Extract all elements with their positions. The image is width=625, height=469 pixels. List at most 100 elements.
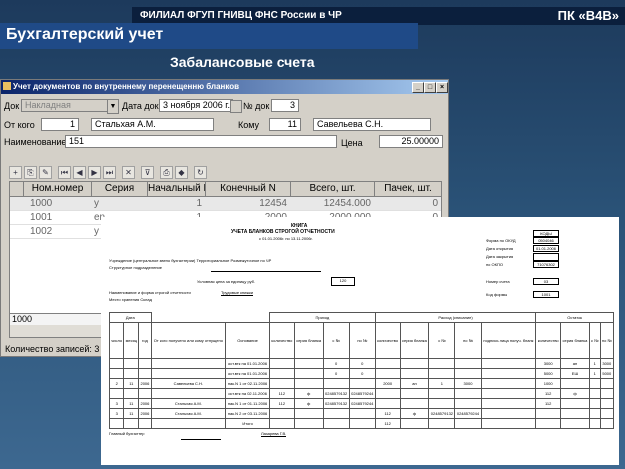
group-expense: Расход (списание) xyxy=(374,312,537,323)
codes-header: КОДЫ xyxy=(533,230,559,237)
col-header-total[interactable]: Всего, шт. xyxy=(291,182,375,197)
ledger-cell xyxy=(269,378,295,389)
unit-price-value: 120 xyxy=(331,277,355,286)
ledger-cell xyxy=(428,358,456,369)
name-field[interactable]: 151 xyxy=(65,135,337,148)
ledger-cell xyxy=(399,418,430,429)
ledger-cell: 0248579132 xyxy=(322,388,350,399)
ledger-cell: 1 xyxy=(588,358,601,369)
ledger-cell xyxy=(399,358,430,369)
edit-icon[interactable]: ✎ xyxy=(39,166,52,179)
add-icon[interactable]: + xyxy=(9,166,22,179)
ledger-cell xyxy=(269,358,295,369)
ledger-col-header: количество xyxy=(269,322,295,359)
row-selector-header xyxy=(10,182,24,197)
ledger-cell: ап xyxy=(399,378,430,389)
ledger-cell xyxy=(428,418,456,429)
ledger-cell: ост.втк на 01.01.2006 xyxy=(225,368,270,379)
color-icon[interactable]: ◆ xyxy=(175,166,188,179)
cell-end: 12454 xyxy=(208,197,287,211)
ledger-row: Итого 112 xyxy=(108,418,615,429)
to-code-field[interactable]: 11 xyxy=(269,118,301,131)
book-form-name-label: Наименование и форма строгой отчетности xyxy=(109,290,191,295)
unit-price-label: Условная цена за единицу руб. xyxy=(197,279,256,284)
ledger-cell xyxy=(599,398,615,409)
close-icon[interactable]: × xyxy=(436,82,448,93)
ledger-row: 3 11 2006 Стальхая А.М. нак.N 1 от 01.11.200… xyxy=(108,398,615,409)
num-label: № док xyxy=(243,101,270,111)
maximize-icon[interactable]: □ xyxy=(424,82,436,93)
ledger-cell xyxy=(599,408,615,419)
ledger-cell xyxy=(480,398,537,409)
ledger-cell: 3000 xyxy=(454,378,482,389)
ledger-cell xyxy=(535,418,562,429)
ledger-col-header: с № xyxy=(322,322,350,359)
ledger-cell xyxy=(322,408,350,419)
col-header-number[interactable]: Ном.номер xyxy=(24,182,92,197)
next-record-icon[interactable]: ▶ xyxy=(88,166,101,179)
division-underline xyxy=(211,271,321,272)
ledger-cell: Савельева С.Н. xyxy=(150,378,227,389)
ledger-col-header: подпись лица получ. бланк xyxy=(480,322,537,359)
ledger-col-header: с № xyxy=(428,322,456,359)
print-icon[interactable]: ⎙ xyxy=(160,166,173,179)
date-field[interactable]: 3 ноября 2006 г. xyxy=(159,99,233,112)
filter-icon[interactable]: ⊽ xyxy=(141,166,154,179)
first-record-icon[interactable]: ⏮ xyxy=(58,166,71,179)
title-bar: Бухгалтерский учет xyxy=(0,23,418,49)
ledger-cell xyxy=(480,358,537,369)
ledger-col-header: месяц xyxy=(123,322,140,359)
chevron-down-icon[interactable]: ▼ xyxy=(107,99,119,114)
doc-type-select[interactable]: Накладная xyxy=(21,99,117,112)
ledger-cell: нак.N 1 от 01.11.2006 xyxy=(225,398,270,409)
book-form-name-value: Трудовые книжки xyxy=(221,290,254,296)
cell-total: 12454.000 xyxy=(293,197,371,211)
doc-label: Док xyxy=(4,101,20,111)
ledger-cell xyxy=(138,388,152,399)
price-field[interactable]: 25.00000 xyxy=(379,135,443,148)
doc-number-field[interactable]: 3 xyxy=(271,99,299,112)
from-name-field[interactable]: Стальхая А.М. xyxy=(91,118,214,131)
ledger-cell: Стальхая А.М. xyxy=(150,408,227,419)
from-code-field[interactable]: 1 xyxy=(41,118,79,131)
refresh-icon[interactable]: ↻ xyxy=(194,166,207,179)
ledger-cell: 1 xyxy=(588,368,601,379)
ledger-cell: 0 xyxy=(322,358,350,369)
minimize-icon[interactable]: _ xyxy=(412,82,424,93)
copy-icon[interactable]: ⎘ xyxy=(24,166,37,179)
ledger-cell: 0 xyxy=(348,358,376,369)
ledger-cell xyxy=(480,378,537,389)
to-name-field[interactable]: Савельева С.Н. xyxy=(313,118,431,131)
ledger-cell xyxy=(428,368,456,379)
delete-icon[interactable]: ✕ xyxy=(122,166,135,179)
ledger-row: 2 11 2006 Савельева С.Н. нак.N 1 от 02.11.20… xyxy=(108,378,615,389)
ledger-cell xyxy=(322,378,350,389)
col-header-series[interactable]: Серия xyxy=(92,182,148,197)
code-value: 71076302 xyxy=(533,261,559,268)
code-value: 0504046 xyxy=(533,237,559,244)
col-header-packs[interactable]: Пачек, шт. xyxy=(375,182,441,197)
window-titlebar[interactable]: Учет документов по внутреннему перенещен… xyxy=(1,80,448,94)
ledger-cell xyxy=(123,368,140,379)
code-value: 1001 xyxy=(533,291,559,298)
last-record-icon[interactable]: ⏭ xyxy=(103,166,116,179)
prev-record-icon[interactable]: ◀ xyxy=(73,166,86,179)
ledger-cell: 1000 xyxy=(535,378,562,389)
ledger-cell xyxy=(560,408,590,419)
ledger-cell: 11 xyxy=(123,378,140,389)
ledger-cell xyxy=(454,418,482,429)
ledger-cell xyxy=(348,418,376,429)
ledger-cell: ф xyxy=(399,408,430,419)
ledger-cell: 2000 xyxy=(374,378,401,389)
price-label: Цена xyxy=(341,138,363,148)
ledger-cell: 0248579132 xyxy=(428,408,456,419)
ledger-cell: 2006 xyxy=(138,408,152,419)
ledger-cell xyxy=(150,368,227,379)
calendar-button[interactable] xyxy=(230,100,242,113)
col-header-end[interactable]: Конечный N xyxy=(206,182,291,197)
ledger-cell xyxy=(588,408,601,419)
ledger-cell: 11 xyxy=(123,398,140,409)
ledger-cell: 11 xyxy=(123,408,140,419)
col-header-start[interactable]: Начальный N xyxy=(148,182,206,197)
ledger-sub-header: число месяц год От кого получено или кому о… xyxy=(108,322,615,359)
